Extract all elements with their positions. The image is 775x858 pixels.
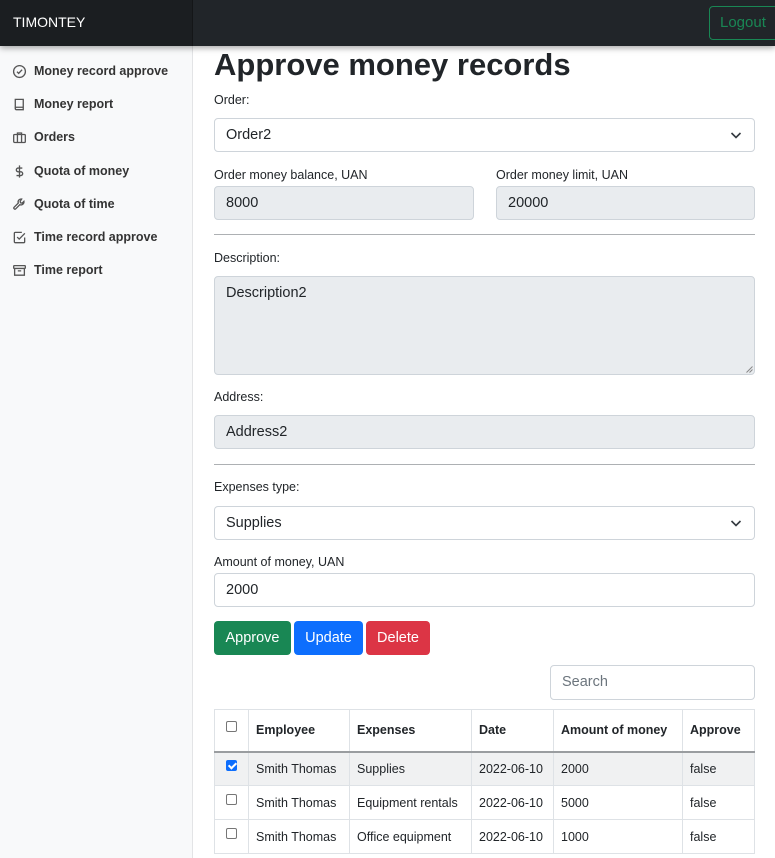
description-field[interactable]: Description2 bbox=[214, 276, 755, 375]
table-row[interactable]: Smith Thomas Supplies 2022-06-10 2000 fa… bbox=[214, 751, 755, 786]
description-label: Description: bbox=[214, 251, 280, 265]
table-header-row: Employee Expenses Date Amount of money A… bbox=[214, 709, 755, 753]
sidebar-item-time-report[interactable]: Time report bbox=[0, 256, 192, 284]
cell-approve: false bbox=[682, 785, 755, 820]
sidebar-item-label: Money report bbox=[34, 97, 114, 111]
row-checkbox[interactable] bbox=[226, 827, 237, 839]
row-checkbox[interactable] bbox=[226, 759, 237, 771]
top-navbar: TIMONTEY Logout bbox=[0, 0, 775, 46]
search-input[interactable]: Search bbox=[550, 665, 755, 700]
sidebar-item-time-record-approve[interactable]: Time record approve bbox=[0, 223, 192, 251]
column-header-amount[interactable]: Amount of money bbox=[553, 709, 683, 753]
sidebar-item-money-report[interactable]: Money report bbox=[0, 90, 192, 118]
cell-employee: Smith Thomas bbox=[248, 785, 350, 820]
check-circle-icon bbox=[12, 64, 27, 78]
row-checkbox-cell bbox=[214, 751, 249, 786]
column-header-expenses[interactable]: Expenses bbox=[349, 709, 472, 753]
sidebar-item-label: Money record approve bbox=[34, 64, 169, 78]
sidebar-item-label: Orders bbox=[34, 130, 75, 144]
select-all-checkbox[interactable] bbox=[226, 721, 237, 733]
sidebar-item-money-record-approve[interactable]: Money record approve bbox=[0, 57, 192, 85]
description-value: Description2 bbox=[226, 285, 307, 301]
sidebar-item-label: Quota of money bbox=[34, 164, 130, 178]
cell-date: 2022-06-10 bbox=[471, 819, 554, 854]
select-all-cell bbox=[214, 709, 249, 753]
archive-icon bbox=[13, 264, 26, 276]
dollar-icon bbox=[15, 164, 24, 178]
resize-handle-icon[interactable] bbox=[745, 365, 753, 373]
wrench-icon bbox=[13, 197, 25, 210]
column-header-date[interactable]: Date bbox=[471, 709, 554, 753]
page-title: Approve money records bbox=[214, 47, 571, 82]
address-label: Address: bbox=[214, 390, 264, 404]
limit-field[interactable]: 20000 bbox=[496, 186, 755, 220]
table-row[interactable]: Smith Thomas Equipment rentals 2022-06-1… bbox=[214, 785, 755, 820]
divider bbox=[214, 464, 755, 465]
sidebar-item-quota-of-time[interactable]: Quota of time bbox=[0, 190, 192, 218]
balance-label: Order money balance, UAN bbox=[214, 168, 368, 182]
amount-field[interactable]: 2000 bbox=[214, 573, 755, 607]
order-select-value: Order2 bbox=[226, 127, 272, 143]
cell-date: 2022-06-10 bbox=[471, 751, 554, 786]
cell-approve: false bbox=[682, 751, 755, 786]
cell-employee: Smith Thomas bbox=[248, 819, 350, 854]
approve-button[interactable]: Approve bbox=[214, 621, 291, 655]
brand-logo[interactable]: TIMONTEY bbox=[0, 0, 193, 46]
row-checkbox-cell bbox=[214, 785, 249, 820]
row-checkbox-cell bbox=[214, 819, 249, 854]
cell-expenses: Equipment rentals bbox=[349, 785, 472, 820]
check-square-icon bbox=[13, 231, 26, 243]
briefcase-icon bbox=[13, 131, 26, 143]
expenses-type-label: Expenses type: bbox=[214, 480, 300, 494]
balance-field[interactable]: 8000 bbox=[214, 186, 474, 220]
expenses-type-select[interactable]: Supplies bbox=[214, 506, 755, 540]
column-header-employee[interactable]: Employee bbox=[248, 709, 350, 753]
cell-amount: 2000 bbox=[553, 751, 683, 786]
order-label: Order: bbox=[214, 93, 250, 107]
cell-approve: false bbox=[682, 819, 755, 854]
sidebar: Money record approve Money report Orders… bbox=[0, 46, 193, 858]
amount-label: Amount of money, UAN bbox=[214, 555, 345, 569]
cell-expenses: Supplies bbox=[349, 751, 472, 786]
cell-expenses: Office equipment bbox=[349, 819, 472, 854]
column-header-approve[interactable]: Approve bbox=[682, 709, 755, 753]
sidebar-item-orders[interactable]: Orders bbox=[0, 123, 192, 151]
records-table: Employee Expenses Date Amount of money A… bbox=[214, 709, 755, 854]
row-checkbox[interactable] bbox=[226, 793, 237, 805]
cell-date: 2022-06-10 bbox=[471, 785, 554, 820]
cell-amount: 1000 bbox=[553, 819, 683, 854]
sidebar-item-quota-of-money[interactable]: Quota of money bbox=[0, 157, 192, 185]
chevron-down-icon bbox=[730, 132, 742, 139]
order-select[interactable]: Order2 bbox=[214, 118, 755, 152]
cell-employee: Smith Thomas bbox=[248, 751, 350, 786]
divider bbox=[214, 234, 755, 235]
chevron-down-icon bbox=[730, 520, 742, 527]
expenses-type-value: Supplies bbox=[226, 515, 282, 531]
sidebar-item-label: Time report bbox=[34, 263, 103, 277]
cell-amount: 5000 bbox=[553, 785, 683, 820]
table-row[interactable]: Smith Thomas Office equipment 2022-06-10… bbox=[214, 819, 755, 854]
delete-button[interactable]: Delete bbox=[366, 621, 430, 655]
book-icon bbox=[14, 98, 24, 110]
address-field[interactable]: Address2 bbox=[214, 415, 755, 449]
sidebar-item-label: Time record approve bbox=[34, 230, 158, 244]
limit-label: Order money limit, UAN bbox=[496, 168, 628, 182]
update-button[interactable]: Update bbox=[294, 621, 363, 655]
logout-button[interactable]: Logout bbox=[709, 6, 775, 40]
sidebar-item-label: Quota of time bbox=[34, 197, 115, 211]
